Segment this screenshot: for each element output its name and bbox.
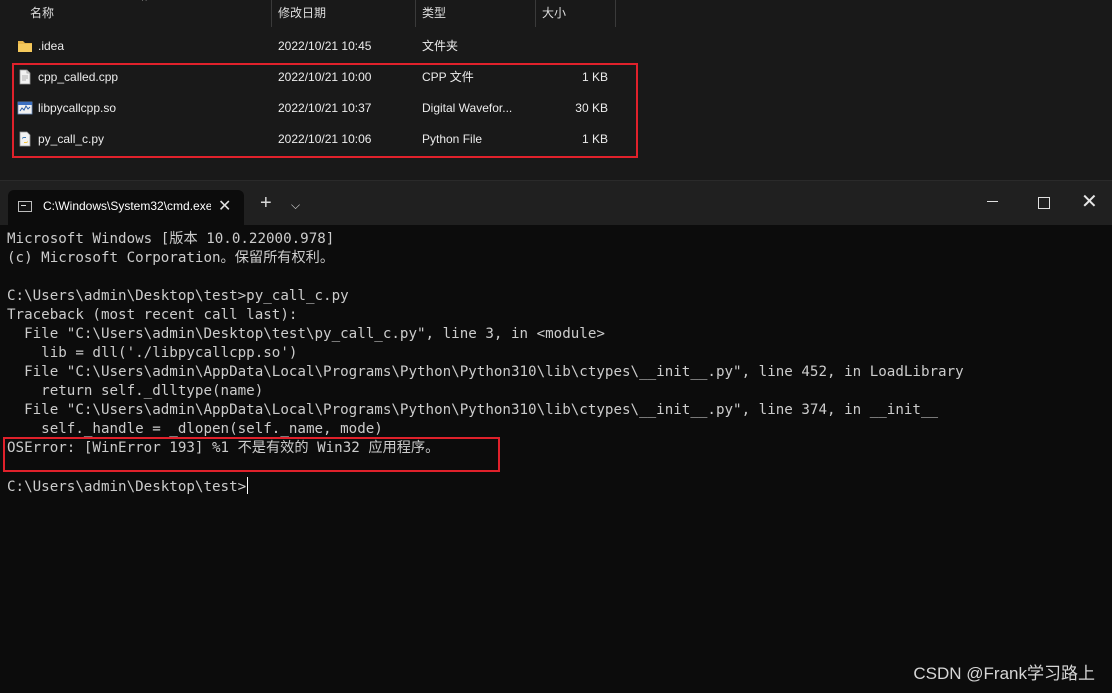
console-line: File "C:\Users\admin\AppData\Local\Progr…	[7, 364, 964, 380]
close-window-button[interactable]: ✕	[1081, 190, 1098, 214]
prompt-text: C:\Users\admin\Desktop\test>	[7, 479, 247, 495]
text-cursor	[247, 477, 249, 494]
terminal-window: C:\Windows\System32\cmd.exe ✕ + ⌵ ✕ Micr…	[0, 180, 1112, 693]
console-line: lib = dll('./libpycallcpp.so')	[7, 345, 298, 361]
console-line: C:\Users\admin\Desktop\test>py_call_c.py	[7, 288, 349, 304]
minimize-button[interactable]	[986, 191, 1000, 211]
new-tab-button[interactable]: +	[260, 191, 272, 215]
cmd-icon	[18, 201, 32, 212]
watermark: CSDN @Frank学习路上	[913, 664, 1095, 683]
prompt-line[interactable]: C:\Users\admin\Desktop\test>	[7, 477, 1112, 496]
column-header-date[interactable]: 修改日期	[278, 0, 326, 27]
folder-icon	[18, 41, 32, 52]
file-name: .idea	[38, 39, 65, 53]
column-header-name[interactable]: 名称	[30, 0, 54, 27]
files-highlight-box	[12, 63, 638, 158]
console-line: File "C:\Users\admin\Desktop\test\py_cal…	[7, 326, 605, 342]
maximize-button[interactable]	[1038, 197, 1050, 209]
file-row-idea[interactable]: .idea 2022/10/21 10:45 文件夹	[12, 31, 640, 62]
file-explorer: 名称 ^ 修改日期 类型 大小 .idea 2022/10/21 10:45 文…	[0, 0, 1112, 180]
terminal-tab[interactable]: C:\Windows\System32\cmd.exe ✕	[8, 190, 244, 225]
column-separator[interactable]	[615, 0, 616, 27]
console-line: return self._dlltype(name)	[7, 383, 264, 399]
column-header-type[interactable]: 类型	[422, 0, 446, 27]
console-line: Traceback (most recent call last):	[7, 307, 298, 323]
close-tab-icon[interactable]: ✕	[218, 190, 231, 223]
file-type: 文件夹	[422, 39, 459, 53]
column-separator[interactable]	[271, 0, 272, 27]
console-line: Microsoft Windows [版本 10.0.22000.978]	[7, 231, 335, 247]
sort-ascending-icon: ^	[142, 0, 147, 7]
tab-title: C:\Windows\System32\cmd.exe	[43, 199, 211, 213]
column-separator[interactable]	[535, 0, 536, 27]
column-header-size[interactable]: 大小	[542, 0, 566, 27]
chevron-down-icon[interactable]: ⌵	[291, 193, 300, 217]
console-line: File "C:\Users\admin\AppData\Local\Progr…	[7, 402, 939, 418]
error-highlight-box	[3, 437, 500, 472]
terminal-tab-bar: C:\Windows\System32\cmd.exe ✕ + ⌵ ✕	[0, 181, 1112, 225]
column-separator[interactable]	[415, 0, 416, 27]
file-date: 2022/10/21 10:45	[278, 39, 372, 53]
console-line: (c) Microsoft Corporation。保留所有权利。	[7, 250, 335, 266]
